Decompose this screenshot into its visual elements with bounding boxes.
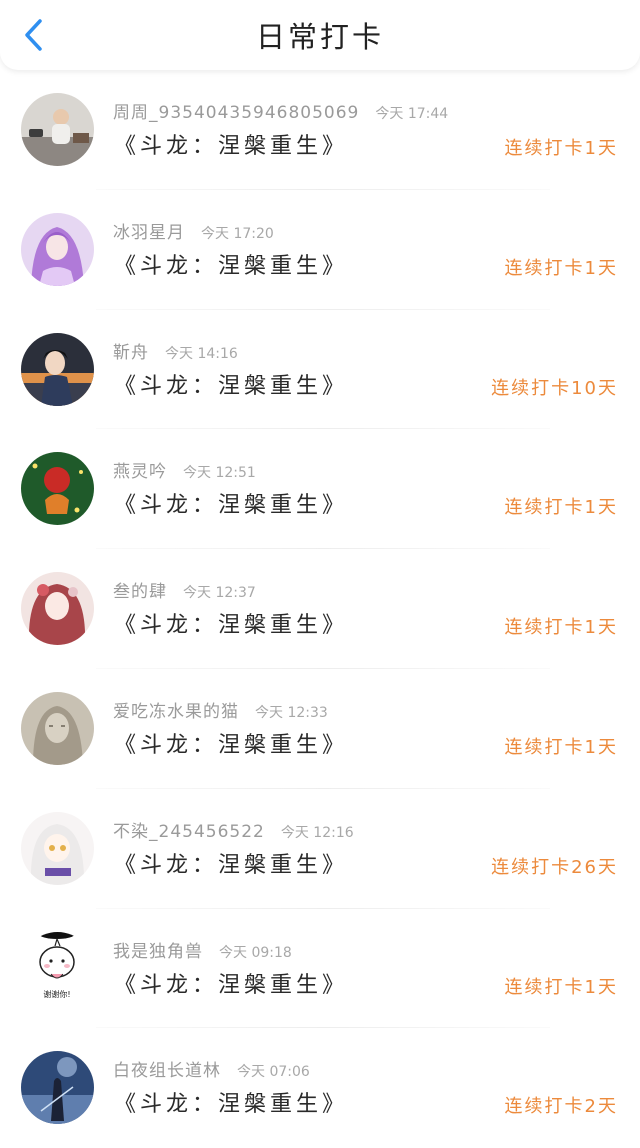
timestamp: 今天 12:33 (255, 704, 328, 721)
top-nav-bar: 日常打卡 (0, 0, 640, 70)
item-meta: 冰羽星月 今天 17:20 (113, 218, 274, 243)
book-title[interactable]: 《斗龙：涅槃重生》 (114, 1086, 348, 1118)
book-title[interactable]: 《斗龙：涅槃重生》 (114, 967, 348, 999)
username[interactable]: 我是独角兽 (113, 942, 203, 962)
streak-label: 连续打卡26天 (491, 856, 618, 878)
list-item[interactable]: 不染_245456522 今天 12:16 《斗龙：涅槃重生》 连续打卡26天 (0, 789, 640, 909)
list-item[interactable]: 白夜组长道林 今天 07:06 《斗龙：涅槃重生》 连续打卡2天 (0, 1028, 640, 1148)
avatar[interactable] (21, 452, 94, 526)
streak-label: 连续打卡1天 (504, 736, 618, 758)
avatar[interactable] (21, 212, 94, 286)
avatar[interactable]: 谢谢你! (21, 931, 94, 1005)
streak-label: 连续打卡1天 (504, 138, 618, 159)
book-title[interactable]: 《斗龙：涅槃重生》 (114, 607, 348, 639)
page-title: 日常打卡 (255, 20, 384, 54)
streak-label: 连续打卡2天 (504, 1096, 618, 1118)
item-meta: 白夜组长道林 今天 07:06 (113, 1056, 310, 1081)
book-title[interactable]: 《斗龙：涅槃重生》 (114, 368, 348, 400)
list-item[interactable]: 燕灵吟 今天 12:51 《斗龙：涅槃重生》 连续打卡1天 (0, 429, 640, 550)
item-meta: 爱吃冻水果的猫 今天 12:33 (113, 697, 328, 722)
avatar-caption: 谢谢你! (43, 989, 70, 999)
avatar[interactable] (21, 811, 94, 885)
book-title[interactable]: 《斗龙：涅槃重生》 (114, 487, 348, 519)
username[interactable]: 叁的肆 (113, 582, 167, 602)
item-meta: 周周_93540435946805069 今天 17:44 (113, 98, 448, 123)
timestamp: 今天 12:16 (280, 824, 354, 841)
timestamp: 今天 14:16 (165, 345, 238, 362)
username[interactable]: 周周_93540435946805069 (113, 103, 359, 123)
list-item[interactable]: 冰羽星月 今天 17:20 《斗龙：涅槃重生》 连续打卡1天 (0, 190, 640, 310)
list-item[interactable]: 爱吃冻水果的猫 今天 12:33 《斗龙：涅槃重生》 连续打卡1天 (0, 669, 640, 789)
timestamp: 今天 12:37 (183, 585, 256, 602)
item-meta: 我是独角兽 今天 09:18 (113, 937, 292, 962)
avatar[interactable] (21, 332, 94, 406)
book-title[interactable]: 《斗龙：涅槃重生》 (114, 727, 348, 759)
username[interactable]: 爱吃冻水果的猫 (113, 702, 239, 722)
avatar[interactable] (21, 93, 94, 166)
list-item[interactable]: 谢谢你! 我是独角兽 今天 09:18 《斗龙：涅槃重生》 连续打卡1天 (0, 909, 640, 1029)
streak-label: 连续打卡10天 (491, 377, 618, 399)
streak-label: 连续打卡1天 (504, 257, 618, 279)
book-title[interactable]: 《斗龙：涅槃重生》 (114, 128, 348, 160)
avatar[interactable] (21, 1051, 94, 1125)
item-meta: 燕灵吟 今天 12:51 (113, 457, 256, 482)
username[interactable]: 冰羽星月 (113, 223, 185, 243)
timestamp: 今天 17:20 (201, 225, 274, 242)
list-item[interactable]: 周周_93540435946805069 今天 17:44 《斗龙：涅槃重生》 连… (0, 70, 640, 190)
book-title[interactable]: 《斗龙：涅槃重生》 (114, 847, 348, 879)
timestamp: 今天 09:18 (219, 944, 292, 961)
item-meta: 不染_245456522 今天 12:16 (113, 817, 354, 842)
timestamp: 今天 17:44 (375, 106, 449, 122)
item-meta: 叁的肆 今天 12:37 (113, 577, 256, 602)
username[interactable]: 靳舟 (113, 343, 149, 363)
username[interactable]: 白夜组长道林 (113, 1061, 221, 1081)
streak-label: 连续打卡1天 (504, 976, 618, 998)
list-item[interactable]: 叁的肆 今天 12:37 《斗龙：涅槃重生》 连续打卡1天 (0, 549, 640, 669)
username[interactable]: 不染_245456522 (113, 822, 265, 842)
checkin-list: 周周_93540435946805069 今天 17:44 《斗龙：涅槃重生》 连… (0, 70, 640, 1148)
streak-label: 连续打卡1天 (504, 617, 618, 639)
list-item[interactable]: 靳舟 今天 14:16 《斗龙：涅槃重生》 连续打卡10天 (0, 310, 640, 430)
book-title[interactable]: 《斗龙：涅槃重生》 (114, 248, 348, 280)
timestamp: 今天 07:06 (237, 1064, 310, 1081)
avatar[interactable] (21, 691, 94, 765)
username[interactable]: 燕灵吟 (113, 462, 167, 482)
item-meta: 靳舟 今天 14:16 (113, 338, 238, 363)
avatar[interactable] (21, 572, 94, 646)
timestamp: 今天 12:51 (183, 465, 256, 482)
streak-label: 连续打卡1天 (504, 497, 618, 519)
